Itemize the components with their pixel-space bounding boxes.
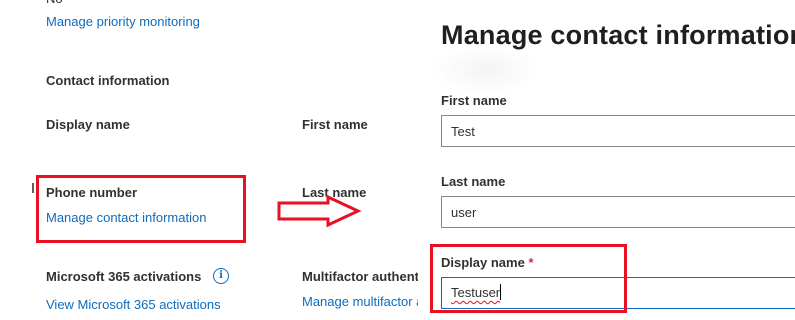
display-name-highlight-box [430, 244, 627, 313]
manage-priority-monitoring-link[interactable]: Manage priority monitoring [46, 14, 200, 30]
last-name-field-label: Last name [441, 174, 506, 189]
panel-title: Manage contact information [441, 20, 795, 50]
microsoft-365-activations-label: Microsoft 365 activations [46, 269, 202, 284]
display-name-label: Display name [46, 117, 130, 132]
first-name-field-label: First name [441, 93, 507, 108]
manage-multifactor-authentication-link[interactable]: Manage multifactor authentication [302, 294, 418, 310]
priority-monitoring-value: No [46, 0, 63, 7]
annotation-arrow [277, 194, 362, 228]
first-name-input[interactable] [441, 115, 795, 147]
row-indicator [32, 183, 34, 193]
info-icon[interactable]: i [213, 268, 229, 284]
annotation-arrow-shape [277, 194, 362, 228]
multifactor-authentication-label: Multifactor authentication [302, 269, 418, 284]
first-name-label: First name [302, 117, 368, 132]
last-name-input[interactable] [441, 196, 795, 228]
view-microsoft-365-activations-link[interactable]: View Microsoft 365 activations [46, 297, 221, 313]
contact-information-heading: Contact information [46, 73, 170, 88]
ghost-avatar [431, 45, 541, 95]
phone-number-highlight-box [36, 175, 246, 243]
